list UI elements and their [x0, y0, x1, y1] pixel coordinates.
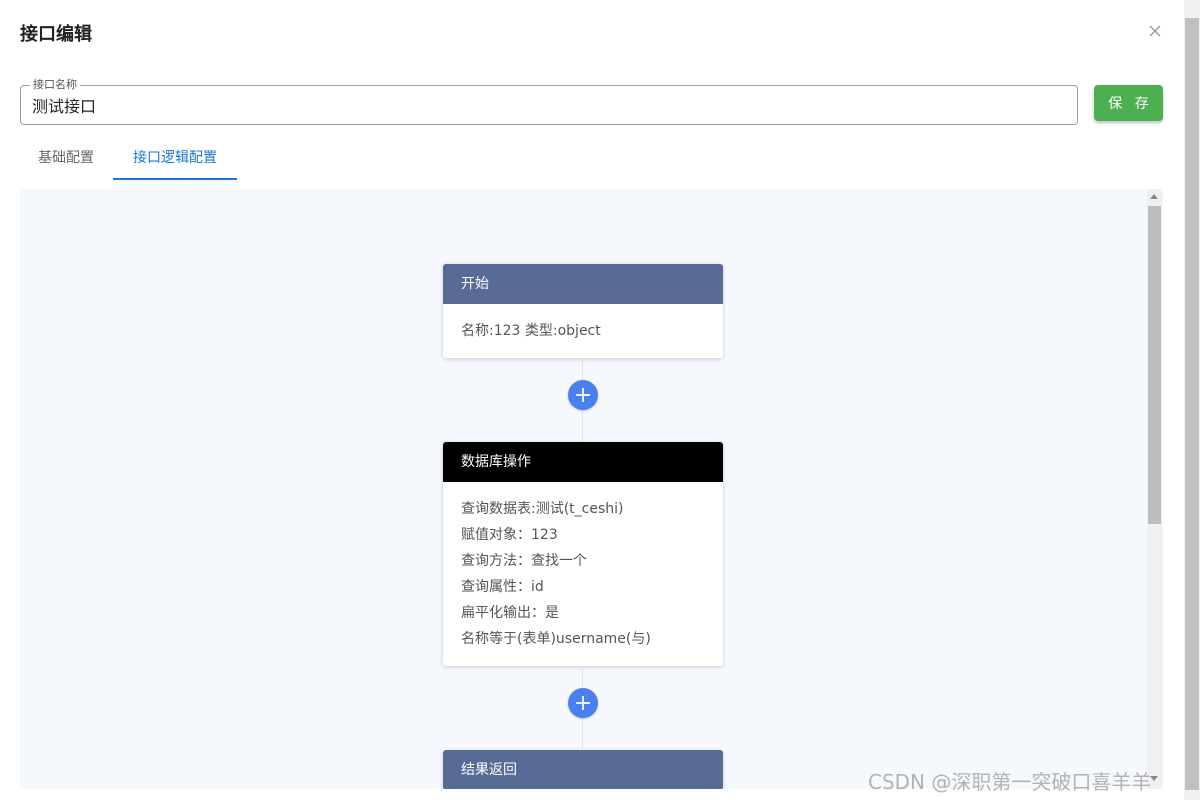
interface-name-field[interactable]: 接口名称 — [20, 78, 1078, 125]
page-scrollbar-thumb[interactable] — [1185, 18, 1199, 790]
flow-node-database[interactable]: 数据库操作 查询数据表:测试(t_ceshi) 赋值对象：123 查询方法：查找… — [443, 442, 723, 666]
scroll-up-arrow-icon[interactable] — [1150, 194, 1158, 199]
flow-node-return[interactable]: 结果返回 — [443, 750, 723, 789]
plus-icon — [576, 388, 590, 402]
interface-name-input[interactable] — [32, 94, 1062, 116]
node-body: 查询数据表:测试(t_ceshi) 赋值对象：123 查询方法：查找一个 查询属… — [443, 482, 723, 666]
node-detail: 赋值对象：123 — [461, 527, 558, 543]
tab-basic-config[interactable]: 基础配置 — [20, 138, 112, 180]
tab-bar: 基础配置 接口逻辑配置 — [20, 138, 420, 182]
close-icon[interactable] — [1147, 23, 1163, 39]
watermark: CSDN @深职第一突破口喜羊羊 — [868, 770, 1152, 794]
flow-node-start[interactable]: 开始 名称:123 类型:object — [443, 264, 723, 358]
save-button[interactable]: 保 存 — [1094, 85, 1163, 121]
node-detail: 扁平化输出：是 — [461, 605, 559, 621]
node-title: 数据库操作 — [443, 442, 723, 482]
add-node-button[interactable] — [568, 688, 598, 718]
node-title: 结果返回 — [443, 750, 723, 789]
tab-logic-config[interactable]: 接口逻辑配置 — [113, 138, 237, 180]
node-body: 名称:123 类型:object — [443, 304, 723, 358]
node-detail: 查询方法：查找一个 — [461, 553, 587, 569]
flow-canvas: 开始 名称:123 类型:object 数据库操作 查询数据表:测试(t_ces… — [20, 189, 1163, 789]
node-detail: 查询数据表:测试(t_ceshi) — [461, 501, 624, 517]
canvas-scrollbar-thumb[interactable] — [1148, 206, 1161, 524]
add-node-button[interactable] — [568, 380, 598, 410]
interface-name-label: 接口名称 — [30, 78, 80, 92]
dialog-title: 接口编辑 — [20, 24, 92, 45]
node-detail: 名称:123 类型:object — [461, 323, 601, 339]
node-detail: 名称等于(表单)username(与) — [461, 631, 651, 647]
node-detail: 查询属性：id — [461, 579, 544, 595]
node-title: 开始 — [443, 264, 723, 304]
plus-icon — [576, 696, 590, 710]
